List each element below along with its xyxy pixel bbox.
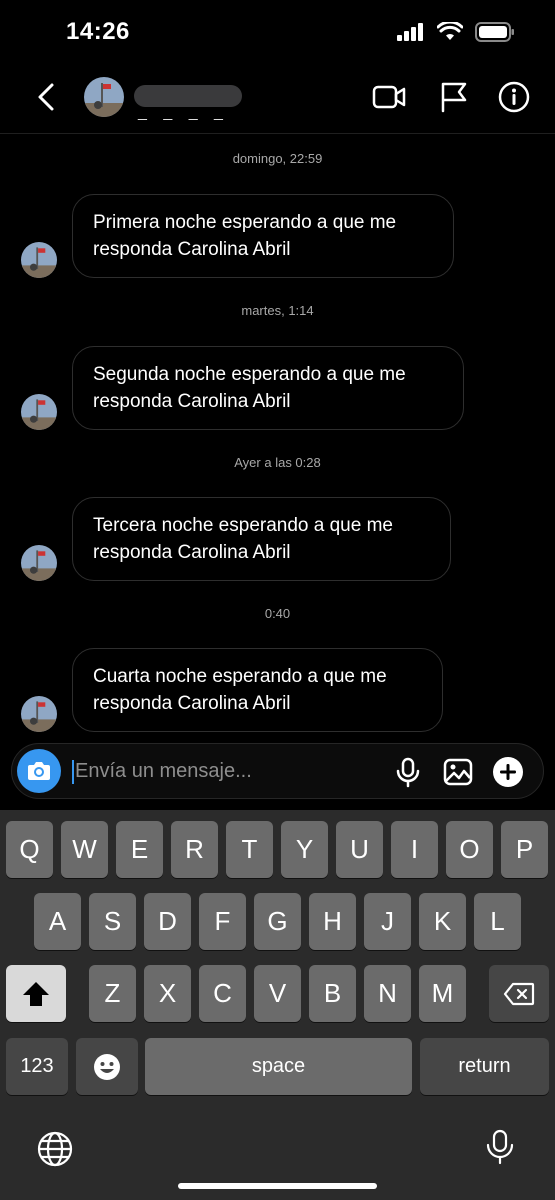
- message-bubble[interactable]: Primera noche esperando a que me respond…: [72, 194, 454, 278]
- contact-avatar[interactable]: [84, 77, 124, 117]
- return-key[interactable]: return: [420, 1038, 549, 1095]
- chevron-left-icon[interactable]: [30, 80, 64, 114]
- key-g[interactable]: G: [254, 893, 301, 950]
- key-a[interactable]: A: [34, 893, 81, 950]
- key-e[interactable]: E: [116, 821, 163, 878]
- video-call-icon[interactable]: [372, 80, 406, 114]
- cellular-signal-icon: [397, 23, 423, 41]
- key-y[interactable]: Y: [281, 821, 328, 878]
- key-s[interactable]: S: [89, 893, 136, 950]
- info-icon[interactable]: [497, 80, 531, 114]
- camera-icon: [28, 762, 50, 780]
- key-w[interactable]: W: [61, 821, 108, 878]
- message-bubble[interactable]: Cuarta noche esperando a que me responda…: [72, 648, 443, 732]
- status-bar: 14:26: [0, 0, 555, 66]
- key-t[interactable]: T: [226, 821, 273, 878]
- shift-icon: [23, 981, 49, 1006]
- emoji-key[interactable]: [76, 1038, 138, 1095]
- dictation-icon[interactable]: [481, 1128, 519, 1166]
- key-d[interactable]: D: [144, 893, 191, 950]
- sender-avatar[interactable]: [21, 394, 57, 430]
- message-input[interactable]: [75, 756, 375, 786]
- backspace-key[interactable]: [489, 965, 549, 1022]
- key-n[interactable]: N: [364, 965, 411, 1022]
- key-q[interactable]: Q: [6, 821, 53, 878]
- sender-avatar[interactable]: [21, 545, 57, 581]
- key-z[interactable]: Z: [89, 965, 136, 1022]
- key-p[interactable]: P: [501, 821, 548, 878]
- message-timestamp: martes, 1:14: [241, 303, 314, 318]
- message-timestamp: Ayer a las 0:28: [234, 455, 321, 470]
- message-timestamp: 0:40: [264, 606, 291, 621]
- wifi-icon: [437, 22, 463, 40]
- chat-header: _ _ _ _: [0, 66, 555, 134]
- key-i[interactable]: I: [391, 821, 438, 878]
- message-bubble[interactable]: Segunda noche esperando a que me respond…: [72, 346, 464, 430]
- home-indicator[interactable]: [178, 1183, 377, 1189]
- keyboard: Q W E R T Y U I O P A S D F G H J K L Z …: [0, 810, 555, 1200]
- key-f[interactable]: F: [199, 893, 246, 950]
- globe-icon[interactable]: [36, 1130, 74, 1168]
- key-c[interactable]: C: [199, 965, 246, 1022]
- key-r[interactable]: R: [171, 821, 218, 878]
- key-j[interactable]: J: [364, 893, 411, 950]
- contact-name[interactable]: _ _ _ _: [138, 104, 229, 122]
- key-l[interactable]: L: [474, 893, 521, 950]
- message-timestamp: domingo, 22:59: [232, 151, 323, 166]
- camera-button[interactable]: [17, 749, 61, 793]
- space-key[interactable]: space: [145, 1038, 412, 1095]
- microphone-icon[interactable]: [392, 756, 424, 788]
- message-thread[interactable]: domingo, 22:59 Primera noche esperando a…: [0, 136, 555, 740]
- flag-icon[interactable]: [437, 80, 471, 114]
- key-m[interactable]: M: [419, 965, 466, 1022]
- text-caret: [72, 760, 74, 784]
- message-bubble[interactable]: Tercera noche esperando a que me respond…: [72, 497, 451, 581]
- battery-icon: [475, 22, 514, 42]
- emoji-icon: [94, 1053, 120, 1080]
- shift-key[interactable]: [6, 965, 66, 1022]
- backspace-icon: [503, 982, 535, 1005]
- message-composer: [11, 743, 544, 799]
- sender-avatar[interactable]: [21, 242, 57, 278]
- status-icons: [397, 22, 515, 42]
- key-o[interactable]: O: [446, 821, 493, 878]
- sender-avatar[interactable]: [21, 696, 57, 732]
- plus-circle-icon[interactable]: [492, 756, 524, 788]
- key-x[interactable]: X: [144, 965, 191, 1022]
- image-icon[interactable]: [442, 756, 474, 788]
- key-k[interactable]: K: [419, 893, 466, 950]
- key-b[interactable]: B: [309, 965, 356, 1022]
- key-v[interactable]: V: [254, 965, 301, 1022]
- status-time: 14:26: [66, 18, 130, 45]
- key-u[interactable]: U: [336, 821, 383, 878]
- numbers-key[interactable]: 123: [6, 1038, 68, 1095]
- key-h[interactable]: H: [309, 893, 356, 950]
